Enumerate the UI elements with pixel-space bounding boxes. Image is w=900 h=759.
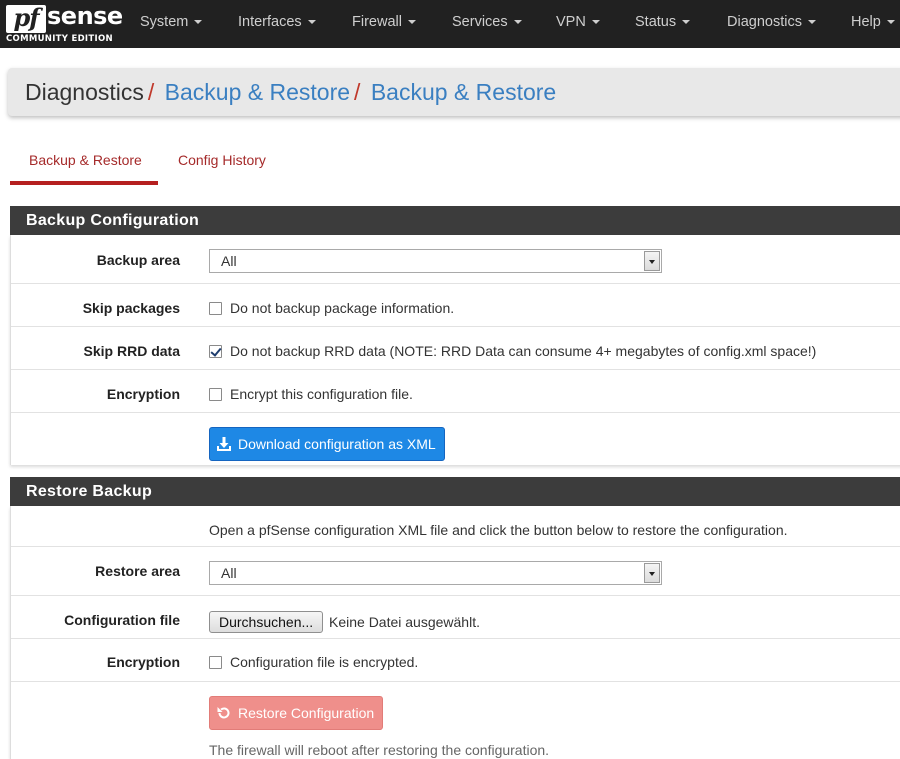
backup-encryption-row: Encryption Encrypt this configuration fi… <box>11 370 900 413</box>
backup-area-value: All <box>221 253 237 269</box>
chevron-down-icon <box>407 20 416 25</box>
chevron-down-icon <box>649 572 655 576</box>
undo-icon <box>217 707 230 719</box>
nav-menu-services[interactable]: Services <box>452 14 522 30</box>
skip-packages-row: Skip packages Do not backup package info… <box>11 284 900 327</box>
breadcrumb-link-backup-restore[interactable]: Backup & Restore <box>165 79 350 105</box>
nav-menu-status[interactable]: Status <box>635 14 691 30</box>
logo-sense-text: sense <box>47 2 123 30</box>
chevron-down-icon <box>194 20 203 25</box>
dropdown-button[interactable] <box>644 251 660 271</box>
breadcrumb-root: Diagnostics <box>25 79 144 105</box>
nav-menu-label: Firewall <box>352 14 402 30</box>
restore-area-label: Restore area <box>95 563 180 579</box>
skip-rrd-row: Skip RRD data Do not backup RRD data (NO… <box>11 327 900 370</box>
browse-file-button[interactable]: Durchsuchen... <box>209 611 324 633</box>
restore-encryption-label: Encryption <box>106 654 180 670</box>
restore-config-button[interactable]: Restore Configuration <box>209 696 384 730</box>
restore-help-text: The firewall will reboot after restoring… <box>209 742 550 758</box>
restore-panel-body: Open a pfSense configuration XML file an… <box>10 506 900 759</box>
pfsense-logo[interactable]: pf sense COMMUNITY EDITION <box>6 2 123 44</box>
restore-encryption-checkbox[interactable] <box>209 656 222 669</box>
backup-panel-body: Backup area All Skip packages Do not bac… <box>10 235 900 465</box>
restore-encryption-text: Configuration file is encrypted. <box>230 654 419 670</box>
download-config-button[interactable]: Download configuration as XML <box>209 427 445 461</box>
nav-menu-help[interactable]: Help <box>851 14 895 30</box>
chevron-down-icon <box>807 20 816 25</box>
restore-encryption-row: Encryption Configuration file is encrypt… <box>11 639 900 682</box>
backup-panel-heading: Backup Configuration <box>10 206 900 235</box>
breadcrumb-link-current[interactable]: Backup & Restore <box>371 79 556 105</box>
tab-config-history[interactable]: Config History <box>178 152 266 168</box>
skip-packages-label: Skip packages <box>82 300 180 316</box>
restore-intro-row: Open a pfSense configuration XML file an… <box>11 506 900 547</box>
chevron-down-icon <box>513 20 522 25</box>
backup-area-select[interactable]: All <box>209 249 662 273</box>
restore-area-value: All <box>221 565 237 581</box>
backup-area-row: Backup area All <box>11 235 900 284</box>
nav-menu-label: Diagnostics <box>727 14 802 30</box>
nav-menu-system[interactable]: System <box>140 14 203 30</box>
restore-area-row: Restore area All <box>11 547 900 596</box>
nav-menu-label: Interfaces <box>238 14 302 30</box>
logo-pf-mark: pf <box>6 5 46 33</box>
backup-encryption-checkbox[interactable] <box>209 388 222 401</box>
nav-menu-firewall[interactable]: Firewall <box>352 14 416 30</box>
nav-menu-label: Status <box>635 14 677 30</box>
restore-area-select[interactable]: All <box>209 561 662 585</box>
active-tab-indicator <box>10 181 158 185</box>
skip-packages-checkbox[interactable] <box>209 302 222 315</box>
download-row: Download configuration as XML <box>11 413 900 465</box>
nav-menu-label: System <box>140 14 189 30</box>
restore-panel-heading: Restore Backup <box>10 477 900 506</box>
tab-backup-restore[interactable]: Backup & Restore <box>29 152 142 168</box>
dropdown-button[interactable] <box>644 563 660 583</box>
chevron-down-icon <box>682 20 691 25</box>
nav-menu-label: Help <box>851 14 881 30</box>
breadcrumb: Diagnostics / Backup & Restore / Backup & … <box>25 79 556 106</box>
download-icon <box>217 437 231 451</box>
config-file-row: Configuration file Durchsuchen... Keine … <box>11 596 900 639</box>
nav-menu-diagnostics[interactable]: Diagnostics <box>727 14 816 30</box>
chevron-down-icon <box>591 20 600 25</box>
skip-rrd-text: Do not backup RRD data (NOTE: RRD Data c… <box>230 343 817 359</box>
chevron-down-icon <box>886 20 895 25</box>
breadcrumb-bar: Diagnostics / Backup & Restore / Backup & … <box>8 68 900 116</box>
file-status-text: Keine Datei ausgewählt. <box>329 614 480 630</box>
skip-rrd-label: Skip RRD data <box>83 343 180 359</box>
download-config-label: Download configuration as XML <box>238 436 436 452</box>
skip-packages-text: Do not backup package information. <box>230 300 455 316</box>
backup-encryption-text: Encrypt this configuration file. <box>230 386 413 402</box>
backup-area-label: Backup area <box>96 252 180 268</box>
restore-intro-text: Open a pfSense configuration XML file an… <box>209 522 788 538</box>
chevron-down-icon <box>307 20 316 25</box>
nav-menu-label: VPN <box>556 14 586 30</box>
nav-menu-interfaces[interactable]: Interfaces <box>238 14 316 30</box>
backup-encryption-label: Encryption <box>106 386 180 402</box>
top-navbar: pf sense COMMUNITY EDITION System Interf… <box>0 0 900 48</box>
chevron-down-icon <box>649 260 655 264</box>
skip-rrd-checkbox[interactable] <box>209 345 222 358</box>
restore-action-row: Restore Configuration The firewall will … <box>11 682 900 759</box>
config-file-label: Configuration file <box>64 612 180 628</box>
restore-config-label: Restore Configuration <box>238 705 375 721</box>
breadcrumb-separator: / <box>354 79 361 105</box>
logo-edition-text: COMMUNITY EDITION <box>6 34 113 44</box>
nav-menu-label: Services <box>452 14 508 30</box>
nav-menu-vpn[interactable]: VPN <box>556 14 600 30</box>
breadcrumb-separator: / <box>147 79 155 105</box>
